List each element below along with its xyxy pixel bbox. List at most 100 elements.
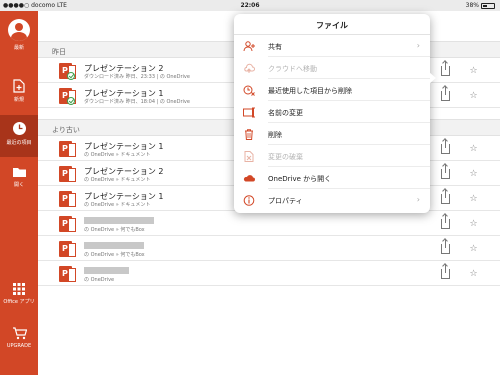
pin-icon[interactable]: ☆ (469, 219, 478, 229)
battery-status: 38% (466, 2, 495, 9)
sidebar-item-label: 最近の項目 (6, 140, 32, 146)
sidebar: 最新 新規 最近の項目 開く Office アプリ UPGRADE (0, 11, 38, 375)
sidebar-account-label: 最新 (13, 45, 24, 51)
divider (268, 166, 430, 167)
rename-icon (243, 107, 255, 118)
file-name-redacted (84, 241, 144, 250)
sidebar-item-recent[interactable]: 最近の項目 (0, 115, 38, 157)
powerpoint-file-icon (59, 266, 76, 282)
file-subtitle: の OneDrive » ドキュメント (84, 177, 151, 183)
status-bar: ●●●●○ docomo LTE 22:06 38% (0, 0, 500, 11)
pin-icon[interactable]: ☆ (469, 169, 478, 179)
share-person-icon (243, 41, 255, 52)
file-row[interactable]: の OneDrive ☆ (38, 262, 500, 286)
menu-item-remove-from-recent[interactable]: 最近使用した項目から削除 (234, 80, 430, 101)
pin-icon[interactable]: ☆ (469, 66, 478, 76)
powerpoint-file-icon (59, 216, 76, 232)
popover-arrow (429, 72, 436, 84)
cart-icon (12, 327, 27, 340)
synced-check-icon (67, 72, 75, 80)
share-icon[interactable] (441, 239, 450, 254)
menu-item-label: クラウドへ移動 (268, 65, 317, 73)
share-icon[interactable] (441, 214, 450, 229)
powerpoint-file-icon (59, 191, 76, 207)
pin-icon[interactable]: ☆ (469, 144, 478, 154)
pin-icon[interactable]: ☆ (469, 244, 478, 254)
pin-icon[interactable]: ☆ (469, 269, 478, 279)
app-grid-icon (13, 283, 25, 295)
powerpoint-file-icon (59, 141, 76, 157)
file-menu-popover: ファイル 共有 › クラウドへ移動 最近使用した項目から削除 名前の変更 削除 … (234, 14, 436, 213)
pin-icon[interactable]: ☆ (469, 91, 478, 101)
file-subtitle: の OneDrive (84, 277, 115, 283)
divider (268, 100, 430, 101)
cloud-upload-icon (244, 63, 255, 73)
file-subtitle: の OneDrive » ドキュメント (84, 202, 151, 208)
powerpoint-file-icon (59, 166, 76, 182)
sidebar-item-office-apps[interactable]: Office アプリ (0, 283, 38, 305)
sidebar-account[interactable]: 最新 (0, 19, 38, 51)
share-icon[interactable] (441, 86, 450, 101)
powerpoint-file-icon (59, 241, 76, 257)
divider (268, 56, 430, 57)
menu-item-label: 名前の変更 (268, 109, 303, 117)
share-icon[interactable] (441, 264, 450, 279)
chevron-right-icon: › (416, 41, 420, 50)
sidebar-item-label: 新規 (13, 97, 24, 103)
divider (268, 122, 430, 123)
menu-item-properties[interactable]: プロパティ › (234, 190, 430, 211)
divider (234, 34, 430, 35)
menu-item-label: OneDrive から開く (268, 175, 332, 183)
menu-item-rename[interactable]: 名前の変更 (234, 102, 430, 123)
sidebar-item-label: UPGRADE (6, 343, 32, 349)
battery-percent: 38% (465, 2, 479, 9)
sidebar-item-new[interactable]: 新規 (0, 79, 38, 103)
clock-icon (12, 122, 26, 135)
menu-item-delete[interactable]: 削除 (234, 124, 430, 145)
chevron-right-icon: › (416, 195, 420, 204)
divider (268, 188, 430, 189)
clock-remove-icon (243, 85, 255, 96)
file-name-redacted (84, 266, 129, 275)
file-subtitle: の OneDrive » 何でもBox (84, 252, 145, 258)
menu-item-label: 共有 (268, 43, 282, 51)
trash-icon (245, 129, 253, 140)
menu-item-move-to-cloud[interactable]: クラウドへ移動 (234, 58, 430, 79)
folder-icon (12, 168, 26, 177)
share-icon[interactable] (441, 139, 450, 154)
section-label: 昨日 (52, 48, 66, 56)
file-row[interactable]: の OneDrive » 何でもBox ☆ (38, 237, 500, 261)
menu-item-label: 最近使用した項目から削除 (268, 87, 352, 95)
menu-item-label: 削除 (268, 131, 282, 139)
file-row[interactable]: の OneDrive » 何でもBox ☆ (38, 212, 500, 236)
popover-title: ファイル (316, 21, 348, 30)
clock-time: 22:06 (240, 2, 260, 9)
sidebar-item-label: 開く (13, 182, 24, 188)
pin-icon[interactable]: ☆ (469, 194, 478, 204)
onedrive-cloud-icon (243, 175, 255, 182)
synced-check-icon (67, 97, 75, 105)
file-subtitle: の OneDrive » ドキュメント (84, 152, 151, 158)
sidebar-item-open[interactable]: 開く (0, 166, 38, 188)
discard-icon (244, 151, 254, 162)
menu-item-open-in-onedrive[interactable]: OneDrive から開く (234, 168, 430, 189)
menu-item-share[interactable]: 共有 › (234, 36, 430, 57)
sidebar-item-label: Office アプリ (3, 299, 35, 305)
info-icon (243, 195, 255, 206)
menu-item-label: 変更の破棄 (268, 153, 303, 161)
file-subtitle: ダウンロード済み 昨日、23:33 | の OneDrive (84, 74, 190, 80)
menu-item-discard-changes[interactable]: 変更の破棄 (234, 146, 430, 167)
new-file-icon (13, 79, 25, 93)
share-icon[interactable] (441, 189, 450, 204)
file-name-redacted (84, 216, 154, 225)
avatar-icon (8, 19, 30, 41)
sidebar-item-upgrade[interactable]: UPGRADE (0, 327, 38, 349)
divider (268, 78, 430, 79)
divider (268, 144, 430, 145)
share-icon[interactable] (441, 61, 450, 76)
file-subtitle: ダウンロード済み 昨日、18:04 | の OneDrive (84, 99, 190, 105)
file-subtitle: の OneDrive » 何でもBox (84, 227, 145, 233)
share-icon[interactable] (441, 164, 450, 179)
battery-icon (481, 2, 495, 9)
menu-item-label: プロパティ (268, 197, 303, 205)
